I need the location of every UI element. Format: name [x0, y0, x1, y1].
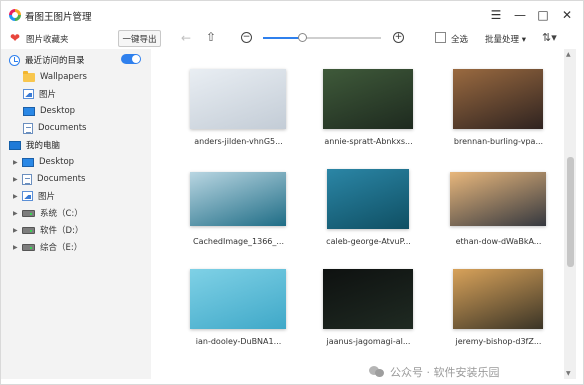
sidebar-item-label: Documents	[37, 174, 86, 184]
expand-arrow-icon[interactable]: ▶	[13, 227, 22, 234]
favorites-label[interactable]: 图片收藏夹	[26, 33, 69, 45]
zoom-slider-fill	[263, 37, 302, 39]
zoom-in-icon[interactable]: +	[393, 32, 404, 43]
image-filename: jeremy-bishop-d3fZ...	[455, 337, 542, 346]
image-filename: ian-dooley-DuBNA1...	[195, 337, 282, 346]
expand-arrow-icon[interactable]: ▶	[13, 244, 22, 251]
sidebar-item-pc-documents[interactable]: ▶ Documents	[13, 171, 85, 187]
sidebar: 最近访问的目录 Wallpapers 图片 Desktop Documents …	[1, 49, 151, 379]
image-filename: anders-jilden-vhnG5...	[194, 137, 283, 146]
desktop-icon	[22, 157, 34, 167]
pictures-icon	[22, 191, 33, 201]
sidebar-item-label: Wallpapers	[40, 72, 87, 82]
select-all-label[interactable]: 全选	[451, 33, 468, 45]
image-thumbnail[interactable]	[190, 172, 286, 226]
back-arrow-icon[interactable]: ←	[181, 31, 191, 45]
image-filename: caleb-george-AtvuP...	[326, 237, 411, 246]
sidebar-item-label: 系统（C:）	[40, 209, 83, 219]
image-thumbnail[interactable]	[453, 269, 543, 329]
sidebar-item-label: 图片	[39, 90, 57, 100]
select-all-checkbox[interactable]	[435, 32, 446, 43]
desktop-icon	[23, 106, 35, 116]
sidebar-item-label: 软件（D:）	[40, 226, 84, 236]
drive-icon	[22, 226, 35, 234]
close-icon[interactable]: ✕	[558, 6, 576, 24]
up-directory-icon[interactable]: ⇧	[206, 30, 216, 44]
image-thumbnail[interactable]	[190, 69, 286, 129]
computer-icon	[9, 140, 21, 150]
folder-icon	[23, 70, 35, 82]
one-click-export-button[interactable]: 一键导出	[118, 30, 161, 47]
image-filename: jaanus-jagomagi-al...	[326, 337, 411, 346]
image-thumbnail[interactable]	[453, 69, 543, 129]
image-filename: annie-spratt-Abnkxs...	[324, 137, 413, 146]
drive-icon	[22, 243, 35, 251]
image-thumbnail[interactable]	[323, 269, 413, 329]
image-thumbnail[interactable]	[327, 169, 409, 229]
documents-icon	[23, 122, 33, 134]
scroll-down-icon[interactable]: ▼	[566, 370, 571, 377]
documents-icon	[22, 173, 32, 185]
sidebar-item-desktop[interactable]: Desktop	[23, 103, 75, 119]
watermark: 公众号 · 软件安装乐园	[369, 363, 500, 381]
sidebar-item-pictures[interactable]: 图片	[23, 86, 56, 102]
thumbnail-grid: anders-jilden-vhnG5... annie-spratt-Abnkx…	[152, 49, 564, 379]
sidebar-item-label: Desktop	[39, 157, 75, 167]
zoom-out-icon[interactable]: −	[241, 32, 252, 43]
image-filename: CachedImage_1366_...	[193, 237, 284, 246]
expand-arrow-icon[interactable]: ▶	[13, 159, 22, 166]
zoom-slider-thumb[interactable]	[297, 33, 307, 42]
image-filename: ethan-dow-dWaBkA...	[455, 237, 542, 246]
sidebar-item-label: 综合（E:）	[40, 243, 83, 253]
sidebar-item-wallpapers[interactable]: Wallpapers	[23, 69, 87, 85]
watermark-text: 公众号 · 软件安装乐园	[390, 366, 500, 379]
expand-arrow-icon[interactable]: ▶	[13, 210, 22, 217]
heart-icon[interactable]: ❤	[10, 31, 20, 45]
recent-dirs-label: 最近访问的目录	[25, 56, 85, 66]
maximize-icon[interactable]: □	[534, 6, 552, 24]
menu-icon[interactable]: ☰	[487, 6, 505, 24]
recent-dirs-header[interactable]: 最近访问的目录	[9, 52, 85, 68]
recent-clock-icon	[9, 54, 20, 66]
drive-icon	[22, 209, 35, 217]
sidebar-item-label: Documents	[38, 123, 87, 133]
zoom-slider[interactable]	[263, 33, 381, 42]
sort-icon[interactable]: ⇅▾	[542, 31, 557, 44]
sidebar-item-pc-desktop[interactable]: ▶ Desktop	[13, 154, 74, 170]
my-computer-header[interactable]: 我的电脑	[9, 137, 60, 153]
toolbar: ❤ 图片收藏夹 一键导出 ← ⇧ − + 全选 批量处理 ▾ ⇅▾	[1, 29, 583, 49]
scrollbar-thumb[interactable]	[567, 157, 574, 267]
recent-dirs-toggle[interactable]	[121, 54, 141, 64]
my-computer-label: 我的电脑	[26, 141, 61, 151]
app-window: 看图王图片管理 ☰ — □ ✕ ❤ 图片收藏夹 一键导出 ← ⇧ − + 全选 …	[0, 0, 584, 385]
sidebar-item-drive-d[interactable]: ▶ 软件（D:）	[13, 222, 83, 238]
scroll-up-icon[interactable]: ▲	[566, 51, 571, 58]
sidebar-item-drive-e[interactable]: ▶ 综合（E:）	[13, 239, 82, 255]
image-filename: brennan-burling-vpa...	[453, 137, 544, 146]
batch-process-dropdown[interactable]: 批量处理 ▾	[485, 33, 526, 45]
sidebar-item-label: 图片	[38, 192, 56, 202]
app-logo-icon	[9, 9, 21, 21]
sidebar-item-pc-pictures[interactable]: ▶ 图片	[13, 188, 55, 204]
wechat-icon	[369, 366, 385, 378]
expand-arrow-icon[interactable]: ▶	[13, 176, 22, 183]
vertical-scrollbar[interactable]: ▲ ▼	[564, 49, 576, 379]
window-title: 看图王图片管理	[25, 12, 92, 23]
image-thumbnail[interactable]	[323, 69, 413, 129]
sidebar-item-label: Desktop	[40, 106, 76, 116]
image-thumbnail[interactable]	[190, 269, 286, 329]
image-thumbnail[interactable]	[450, 172, 546, 226]
pictures-icon	[23, 89, 34, 99]
sidebar-item-drive-c[interactable]: ▶ 系统（C:）	[13, 205, 83, 221]
minimize-icon[interactable]: —	[511, 6, 529, 24]
title-bar: 看图王图片管理 ☰ — □ ✕	[1, 1, 583, 29]
expand-arrow-icon[interactable]: ▶	[13, 193, 22, 200]
sidebar-item-documents[interactable]: Documents	[23, 120, 86, 136]
